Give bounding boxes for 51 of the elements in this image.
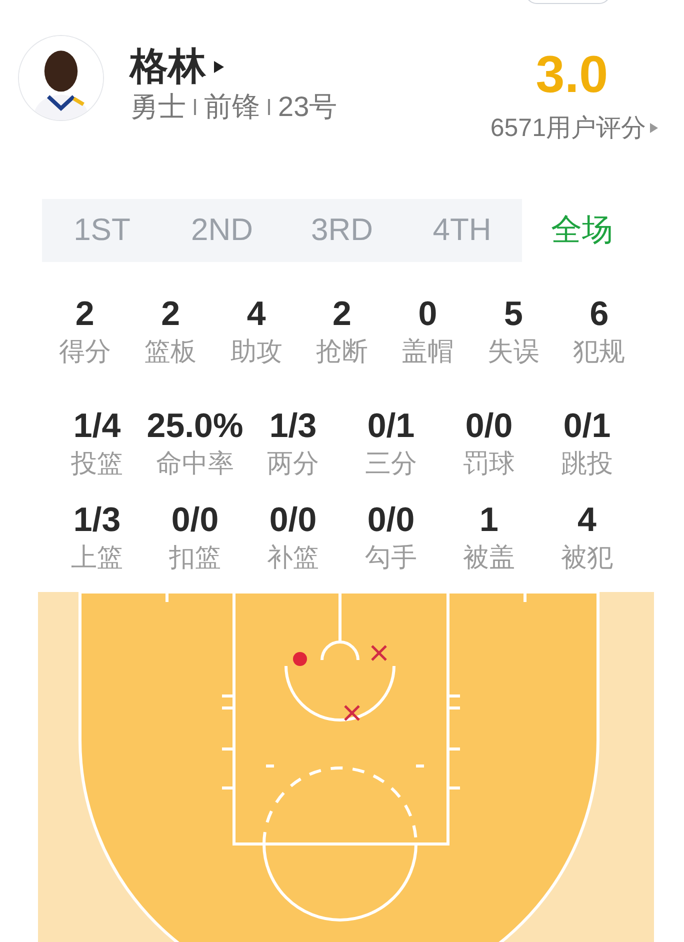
- period-tab[interactable]: 2ND: [162, 199, 282, 262]
- stat-value: 2: [332, 294, 352, 334]
- stat-label: 篮板: [144, 335, 197, 368]
- stat-value: 4: [578, 500, 596, 540]
- stat-value: 2: [161, 294, 180, 334]
- stat-value: 2: [75, 294, 94, 334]
- stat-value: 0: [418, 294, 438, 334]
- stat-label: 助攻: [230, 335, 282, 368]
- stat-value: 6: [590, 294, 609, 334]
- period-tab[interactable]: 3RD: [282, 199, 402, 262]
- stat-label: 跳投: [561, 447, 613, 480]
- period-tab[interactable]: 1ST: [42, 199, 162, 262]
- jersey-number: 23号: [278, 90, 338, 124]
- stat-label: 投篮: [71, 447, 123, 480]
- stat-label: 勾手: [365, 541, 417, 574]
- stat-value: 1/3: [269, 406, 317, 446]
- stat-value: 0/0: [465, 406, 513, 446]
- caret-icon: [214, 61, 224, 73]
- stat-label: 罚球: [463, 447, 515, 480]
- rating-count[interactable]: 6571用户评分: [490, 113, 646, 143]
- stat-value: 4: [246, 294, 266, 334]
- stat-label: 被盖: [463, 541, 515, 574]
- caret-icon: [650, 123, 658, 133]
- stat-value: 0/0: [367, 500, 415, 540]
- period-tab[interactable]: 全场: [522, 199, 642, 262]
- stat-label: 命中率: [156, 447, 234, 480]
- rating-score: 3.0: [536, 45, 608, 105]
- stat-label: 盖帽: [402, 335, 454, 368]
- stat-label: 失误: [487, 335, 540, 368]
- stat-label: 两分: [267, 447, 319, 480]
- team-name: 勇士: [130, 90, 186, 124]
- stat-value: 0/0: [171, 500, 219, 540]
- stat-value: 0/1: [563, 406, 611, 446]
- player-name[interactable]: 格林: [130, 45, 206, 89]
- stat-label: 犯规: [573, 335, 626, 368]
- player-position: 前锋: [204, 90, 260, 124]
- stat-label: 补篮: [267, 541, 319, 574]
- stat-label: 扣篮: [169, 541, 221, 574]
- stat-value: 5: [504, 294, 523, 334]
- stat-label: 得分: [58, 335, 111, 368]
- stat-label: 抢断: [316, 335, 368, 368]
- period-tab[interactable]: 4TH: [402, 199, 522, 262]
- stat-label: 三分: [365, 447, 417, 480]
- stat-value: 1: [480, 500, 498, 540]
- stat-label: 上篮: [71, 541, 123, 574]
- stat-value: 25.0%: [146, 406, 244, 446]
- stat-value: 1/4: [73, 406, 121, 446]
- stat-label: 被犯: [561, 541, 613, 574]
- stat-value: 0/1: [367, 406, 415, 446]
- stat-value: 1/3: [73, 500, 121, 540]
- stat-value: 0/0: [269, 500, 317, 540]
